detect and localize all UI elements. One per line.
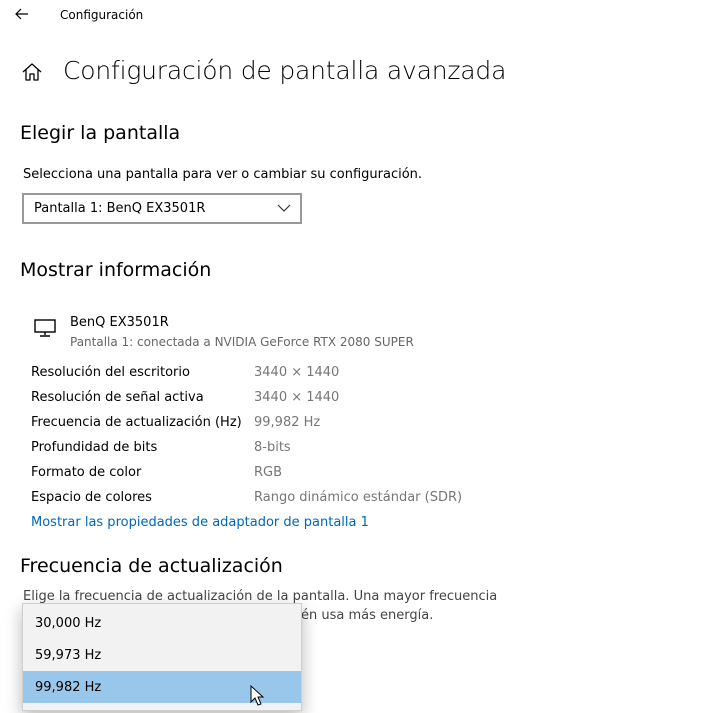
info-value: 3440 × 1440 xyxy=(254,390,340,405)
info-value: 99,982 Hz xyxy=(254,415,321,430)
monitor-subtitle: Pantalla 1: conectada a NVIDIA GeForce R… xyxy=(70,335,414,349)
page-title: Configuración de pantalla avanzada xyxy=(63,56,507,85)
info-label: Formato de color xyxy=(31,465,142,480)
refresh-rate-description: Elige la frecuencia de actualización de … xyxy=(23,589,498,604)
info-value: 3440 × 1440 xyxy=(254,365,340,380)
display-info-heading: Mostrar información xyxy=(20,259,212,281)
refresh-rate-option-selected[interactable]: 99,982 Hz xyxy=(23,671,301,703)
option-label: 99,982 Hz xyxy=(35,680,102,695)
back-arrow-icon[interactable] xyxy=(14,6,30,22)
info-row-color-format: Formato de color RGB xyxy=(31,465,471,487)
home-icon[interactable] xyxy=(21,61,43,83)
title-bar: Configuración xyxy=(0,0,708,32)
choose-display-description: Selecciona una pantalla para ver o cambi… xyxy=(23,167,423,182)
info-value: 8-bits xyxy=(254,440,291,455)
option-label: 30,000 Hz xyxy=(35,616,102,631)
info-label: Frecuencia de actualización (Hz) xyxy=(31,415,242,430)
refresh-rate-heading: Frecuencia de actualización xyxy=(20,555,283,577)
info-label: Resolución del escritorio xyxy=(31,365,190,380)
info-row-refresh-rate: Frecuencia de actualización (Hz) 99,982 … xyxy=(31,415,471,437)
display-select-value: Pantalla 1: BenQ EX3501R xyxy=(34,201,206,216)
info-row-desktop-resolution: Resolución del escritorio 3440 × 1440 xyxy=(31,365,471,387)
info-row-color-space: Espacio de colores Rango dinámico estánd… xyxy=(31,490,471,512)
display-select[interactable]: Pantalla 1: BenQ EX3501R xyxy=(22,193,302,224)
info-label: Espacio de colores xyxy=(31,490,152,505)
info-label: Profundidad de bits xyxy=(31,440,158,455)
info-value: RGB xyxy=(254,465,283,480)
option-label: 59,973 Hz xyxy=(35,648,102,663)
adapter-properties-link[interactable]: Mostrar las propiedades de adaptador de … xyxy=(31,515,369,530)
refresh-rate-option[interactable]: 30,000 Hz xyxy=(23,607,301,639)
refresh-rate-description-continued: én usa más energía. xyxy=(301,608,434,623)
monitor-icon xyxy=(34,319,56,337)
window-title: Configuración xyxy=(60,8,144,22)
monitor-name: BenQ EX3501R xyxy=(70,315,169,330)
info-row-active-signal-resolution: Resolución de señal activa 3440 × 1440 xyxy=(31,390,471,412)
chevron-down-icon xyxy=(277,204,291,212)
info-row-bit-depth: Profundidad de bits 8-bits xyxy=(31,440,471,462)
info-value: Rango dinámico estándar (SDR) xyxy=(254,490,463,505)
refresh-rate-dropdown[interactable]: 30,000 Hz 59,973 Hz 99,982 Hz xyxy=(22,603,302,711)
choose-display-heading: Elegir la pantalla xyxy=(20,122,181,144)
refresh-rate-option[interactable]: 59,973 Hz xyxy=(23,639,301,671)
info-label: Resolución de señal activa xyxy=(31,390,204,405)
